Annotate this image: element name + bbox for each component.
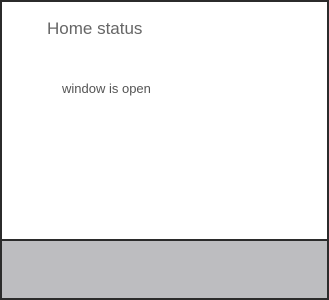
window-status-text: window is open [62,81,151,96]
bottom-bar [2,239,327,298]
home-status-panel: Home status window is open [0,0,329,300]
panel-title: Home status [47,19,143,38]
